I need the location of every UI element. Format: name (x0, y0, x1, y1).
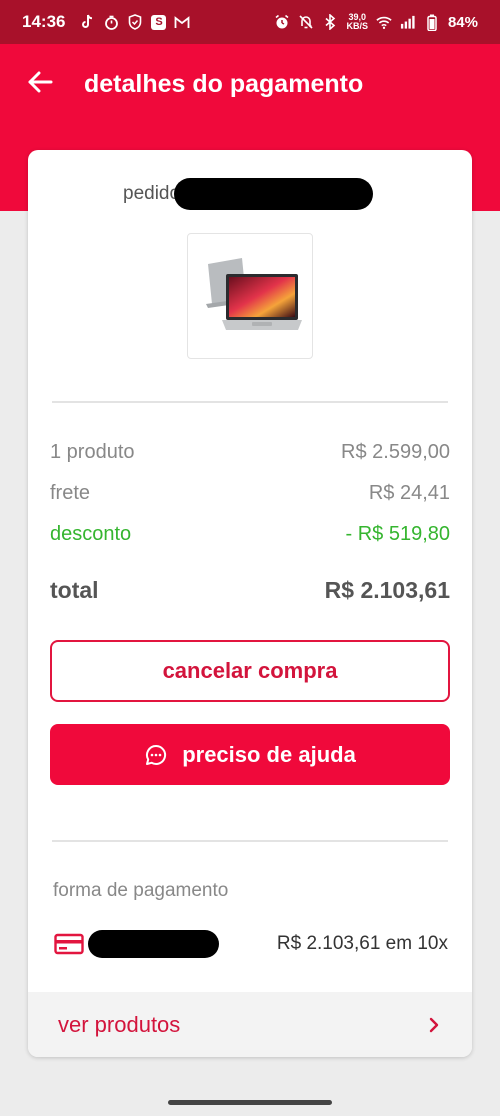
chat-bubble-icon (146, 744, 167, 765)
products-label: 1 produto (50, 441, 135, 463)
s-app-icon: S (151, 14, 167, 30)
discount-value: - R$ 519,80 (345, 523, 450, 545)
payment-amount: R$ 2.103,61 em 10x (276, 933, 448, 954)
timer-icon (103, 14, 119, 30)
payment-method-row: R$ 2.103,61 em 10x (54, 927, 448, 961)
total-value: R$ 2.103,61 (324, 577, 450, 603)
alarm-icon (274, 14, 290, 30)
total-label: total (50, 577, 99, 603)
back-button[interactable] (24, 66, 56, 98)
products-value: R$ 2.599,00 (341, 441, 450, 463)
view-products-label: ver produtos (58, 1011, 181, 1037)
cancel-purchase-button[interactable]: cancelar compra (50, 640, 450, 702)
divider (52, 840, 448, 842)
summary-shipping-row: frete R$ 24,41 (50, 482, 450, 505)
status-right: 39,0 KB/S 84% (274, 13, 478, 31)
summary-products-row: 1 produto R$ 2.599,00 (50, 441, 450, 464)
shipping-label: frete (50, 482, 91, 504)
help-button[interactable]: preciso de ajuda (50, 724, 450, 785)
net-speed: 39,0 KB/S (346, 13, 368, 31)
redacted-order-number (174, 178, 374, 210)
net-speed-unit: KB/S (346, 21, 368, 31)
payment-details-card: pedido 1 produto R$ 2.599,00 frete R$ 24… (28, 150, 472, 1057)
signal-icon (400, 14, 416, 30)
view-products-link[interactable]: ver produtos (28, 992, 472, 1057)
status-app-icons: S (79, 14, 190, 30)
laptop-image (206, 258, 302, 330)
redacted-card-number (88, 930, 219, 958)
order-label: pedido (123, 183, 181, 204)
mute-icon (298, 14, 314, 30)
battery-icon (424, 14, 440, 31)
chevron-right-icon (429, 1017, 439, 1032)
order-id-row: pedido (123, 178, 374, 210)
shield-icon (127, 14, 143, 30)
gesture-nav-bar[interactable] (168, 1100, 332, 1105)
payment-method-heading: forma de pagamento (53, 880, 229, 901)
credit-card-icon (54, 933, 84, 955)
discount-label: desconto (50, 523, 132, 545)
status-bar: 14:36 S 39,0 KB/S 84% (0, 0, 500, 44)
battery-level: 84% (447, 13, 478, 31)
bluetooth-icon (322, 14, 338, 30)
gmail-icon (174, 14, 190, 30)
divider (52, 401, 448, 403)
help-label: preciso de ajuda (182, 741, 356, 767)
shipping-value: R$ 24,41 (368, 482, 450, 504)
product-thumbnail[interactable] (187, 233, 313, 359)
summary-discount-row: desconto - R$ 519,80 (50, 523, 450, 546)
wifi-icon (376, 14, 392, 30)
arrow-left-icon (28, 71, 53, 93)
page-title: detalhes do pagamento (84, 70, 364, 98)
cancel-purchase-label: cancelar compra (162, 658, 338, 683)
summary-total-row: total R$ 2.103,61 (50, 577, 450, 604)
tiktok-icon (79, 14, 95, 30)
status-time: 14:36 (22, 12, 66, 31)
